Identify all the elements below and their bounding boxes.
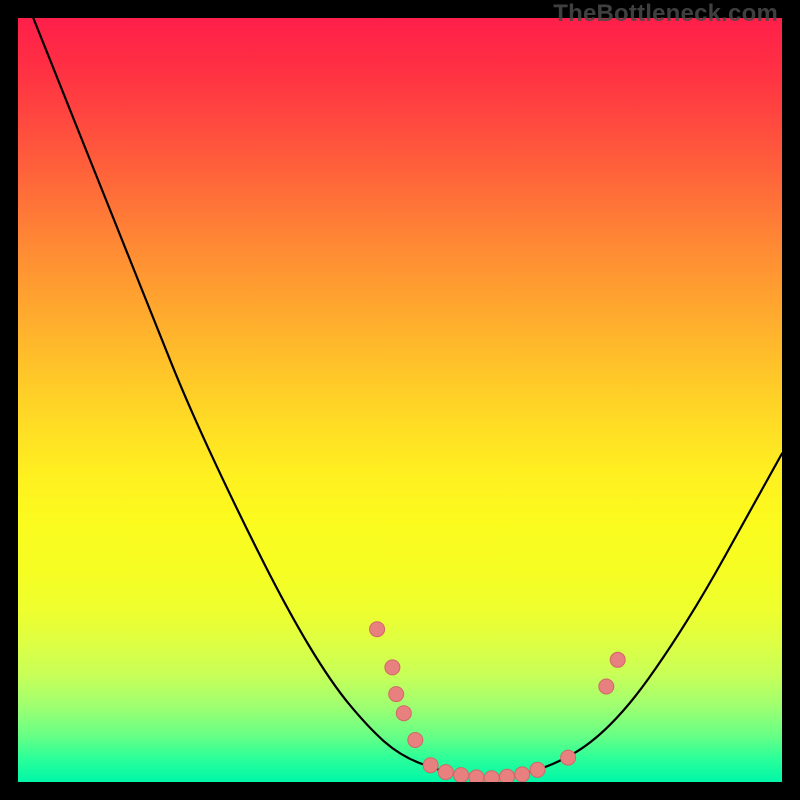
data-marker — [469, 770, 484, 782]
data-marker — [423, 758, 438, 773]
data-marker — [561, 750, 576, 765]
bottleneck-curve — [18, 18, 782, 782]
data-marker — [408, 733, 423, 748]
data-marker — [530, 762, 545, 777]
data-marker — [385, 660, 400, 675]
data-marker — [610, 652, 625, 667]
data-marker — [515, 767, 530, 782]
chart-container: TheBottleneck.com — [0, 0, 800, 800]
curve-path — [33, 18, 782, 777]
data-marker — [599, 679, 614, 694]
data-marker — [438, 765, 453, 780]
data-marker — [454, 768, 469, 782]
watermark: TheBottleneck.com — [553, 0, 778, 28]
data-marker — [484, 771, 499, 782]
data-marker — [396, 706, 411, 721]
plot-area — [18, 18, 782, 782]
data-marker — [500, 769, 515, 782]
data-marker — [370, 622, 385, 637]
data-marker — [389, 687, 404, 702]
